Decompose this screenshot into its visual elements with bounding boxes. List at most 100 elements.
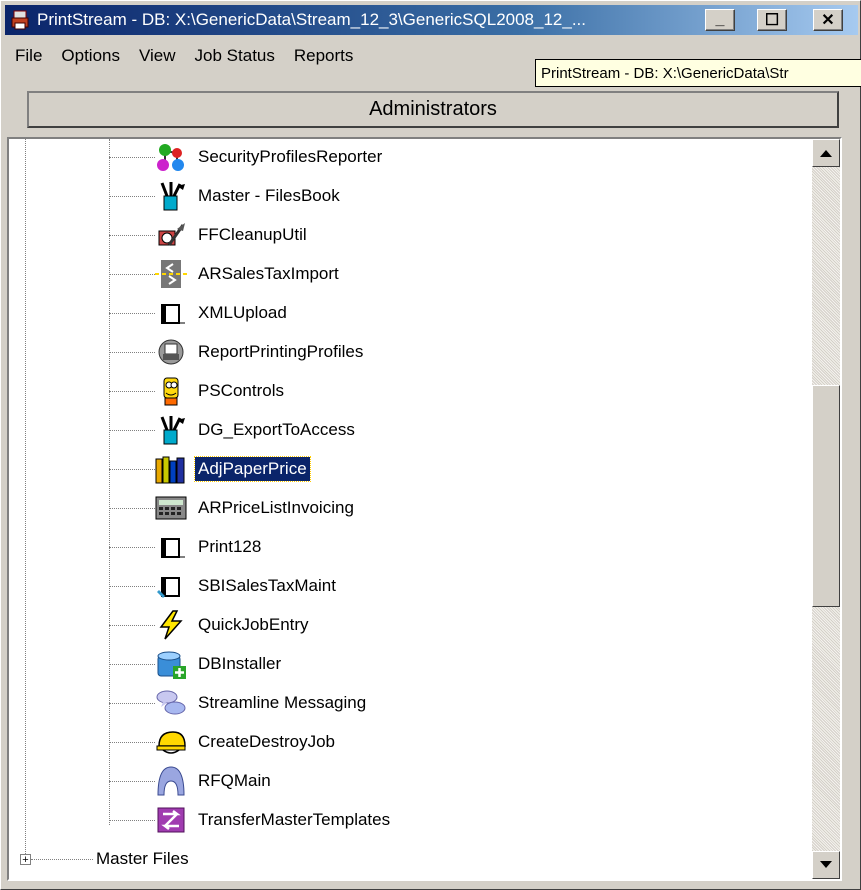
scroll-thumb[interactable] [812, 385, 840, 607]
tree-line [109, 196, 155, 197]
menu-view[interactable]: View [129, 46, 185, 66]
tree-line [109, 274, 155, 275]
tree-item-label: ARSalesTaxImport [198, 264, 339, 283]
app-icon[interactable] [9, 9, 31, 31]
tree-line [109, 703, 155, 704]
calculator-icon [155, 492, 187, 524]
tree-line [109, 352, 155, 353]
arrow-up-icon [820, 150, 832, 157]
tree-item-label: XMLUpload [198, 303, 287, 322]
tree-item-selected[interactable]: AdjPaperPrice [155, 451, 311, 487]
close-icon: ✕ [821, 12, 835, 29]
window-cursor-icon [155, 570, 187, 602]
section-title: Administrators [369, 98, 497, 120]
section-header: Administrators [27, 91, 839, 128]
scroll-down-button[interactable] [812, 851, 840, 879]
tree-line [109, 742, 155, 743]
cartoon-face-icon [155, 375, 187, 407]
hardhat-icon [155, 726, 187, 758]
tree-line [109, 235, 155, 236]
tree-content: SecurityProfilesReporter Master - FilesB… [9, 139, 812, 879]
maximize-icon: ☐ [764, 12, 780, 29]
window-icon [155, 297, 187, 329]
close-button[interactable]: ✕ [813, 9, 843, 31]
tree-line [25, 139, 26, 864]
tree-item[interactable]: ARPriceListInvoicing [155, 490, 357, 526]
lightning-icon [155, 609, 187, 641]
minimize-icon: _ [715, 11, 725, 28]
tree-line [109, 469, 155, 470]
title-bar[interactable]: PrintStream - DB: X:\GenericData\Stream_… [5, 5, 858, 35]
arch-icon [155, 765, 187, 797]
tree-item[interactable]: TransferMasterTemplates [155, 802, 393, 838]
tree-item-label: Print128 [198, 537, 262, 556]
tree-item-label: QuickJobEntry [198, 615, 309, 634]
tree-item-master-files[interactable]: Master Files [93, 841, 192, 877]
tree-item[interactable]: DG_ExportToAccess [155, 412, 358, 448]
database-add-icon [155, 648, 187, 680]
tree-line [109, 139, 110, 825]
paintbrush-cup-icon [155, 180, 187, 212]
tree-item-label: TransferMasterTemplates [198, 810, 391, 829]
maximize-button[interactable]: ☐ [757, 9, 787, 31]
tree-line [109, 586, 155, 587]
tree-line [109, 157, 155, 158]
app-window: PrintStream - DB: X:\GenericData\Stream_… [0, 0, 861, 890]
window-icon [155, 531, 187, 563]
menu-reports[interactable]: Reports [284, 46, 363, 66]
menu-options[interactable]: Options [51, 46, 129, 66]
tree-item[interactable]: CreateDestroyJob [155, 724, 338, 760]
tree-item-label: SBISalesTaxMaint [198, 576, 336, 595]
arrow-down-icon [820, 861, 832, 868]
tree-item[interactable]: Master - FilesBook [155, 178, 343, 214]
chat-bubbles-icon [155, 687, 187, 719]
tree-item[interactable]: DBInstaller [155, 646, 284, 682]
tree-item[interactable]: QuickJobEntry [155, 607, 312, 643]
vertical-scrollbar[interactable] [812, 139, 840, 879]
tree-line [109, 781, 155, 782]
title-tooltip: PrintStream - DB: X:\GenericData\Str [535, 59, 861, 87]
tree-item[interactable]: SecurityProfilesReporter [155, 139, 385, 175]
tree-item[interactable]: Print128 [155, 529, 264, 565]
tree-line [109, 664, 155, 665]
tree-item-label: FFCleanupUtil [198, 225, 307, 244]
tree-item-label: DG_ExportToAccess [198, 420, 355, 439]
tree-item-label: PSControls [198, 381, 284, 400]
tree-item[interactable]: ReportPrintingProfiles [155, 334, 366, 370]
tree-line [109, 430, 155, 431]
books-icon [155, 453, 187, 485]
menu-file[interactable]: File [5, 46, 51, 66]
tree-item[interactable]: PSControls [155, 373, 287, 409]
tree-item-label: Master Files [96, 849, 189, 868]
tree-item-label: RFQMain [198, 771, 271, 790]
import-arrows-icon [155, 258, 187, 290]
scroll-up-button[interactable] [812, 139, 840, 167]
window-title: PrintStream - DB: X:\GenericData\Stream_… [37, 10, 586, 29]
tree-item-label: CreateDestroyJob [198, 732, 336, 751]
printer-icon [155, 336, 187, 368]
expand-icon[interactable]: + [20, 854, 31, 866]
tree-item[interactable]: XMLUpload [155, 295, 290, 331]
minimize-button[interactable]: _ [705, 9, 735, 31]
tree-item[interactable]: Streamline Messaging [155, 685, 369, 721]
tree-item[interactable]: SBISalesTaxMaint [155, 568, 339, 604]
tree-item-label: Master - FilesBook [198, 186, 340, 205]
menu-job-status[interactable]: Job Status [185, 46, 284, 66]
tree-item-label: AdjPaperPrice [194, 456, 311, 482]
tree-line [109, 391, 155, 392]
paintbrush-cup-icon [155, 414, 187, 446]
molecule-icon [155, 141, 187, 173]
tree-line [109, 313, 155, 314]
tree-item[interactable]: FFCleanupUtil [155, 217, 310, 253]
tree-item-label: ARPriceListInvoicing [198, 498, 354, 517]
transfer-icon [155, 804, 187, 836]
tree-item[interactable]: RFQMain [155, 763, 274, 799]
tree-item-label: Streamline Messaging [198, 693, 367, 712]
tree-line [109, 820, 155, 821]
tree-item-label: ReportPrintingProfiles [198, 342, 364, 361]
tree-line [109, 625, 155, 626]
tree-item[interactable]: ARSalesTaxImport [155, 256, 342, 292]
tree-item-label: DBInstaller [198, 654, 282, 673]
tree-view[interactable]: SecurityProfilesReporter Master - FilesB… [7, 137, 842, 881]
tree-line [109, 547, 155, 548]
